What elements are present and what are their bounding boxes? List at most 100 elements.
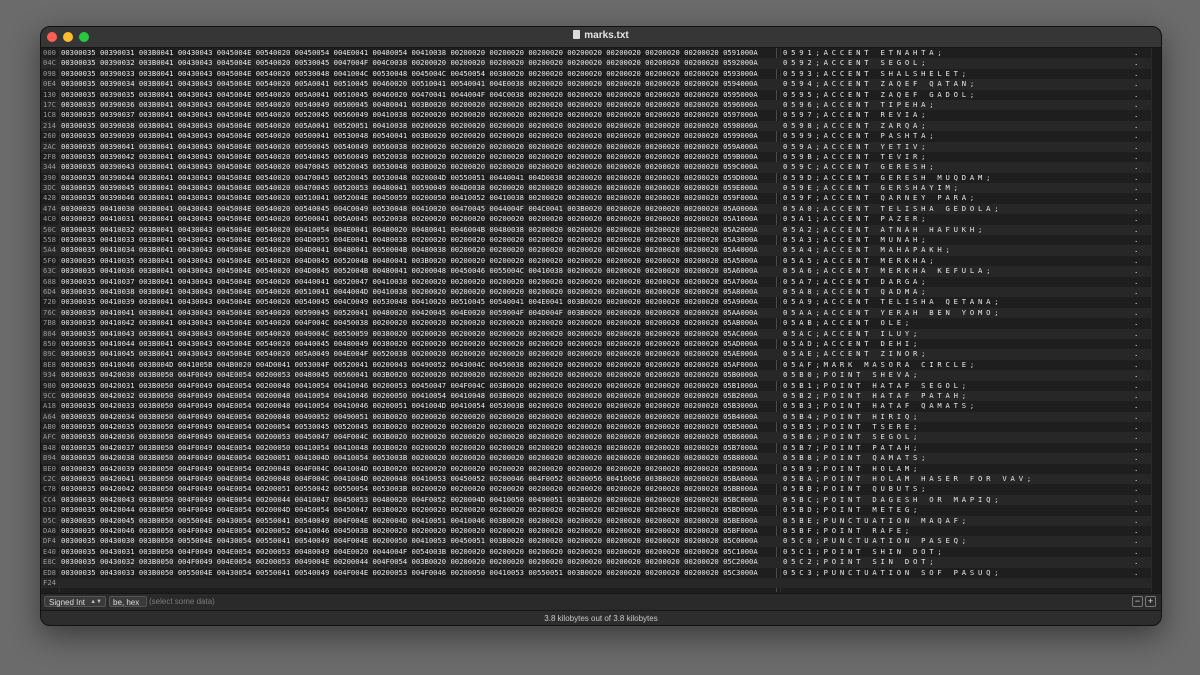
hex-row[interactable]: 804 00300035 00410043 003B0041 00430043 0… [41,328,1161,339]
row-address: 8E8 [43,359,56,369]
data-type-value: Signed Int [49,598,86,607]
row-address: 2AC [43,141,56,151]
hex-row[interactable]: B48 00300035 00420037 003B0050 004F0049 0… [41,443,1161,453]
hex-row[interactable]: E8C 00300035 00430032 003B0050 004F0049 0… [41,557,1161,568]
hex-row[interactable]: 5A4 00300035 00410034 003B0041 00430043 0… [41,245,1161,256]
row-hex-bytes: 00300035 00410039 003B0041 00430043 0045… [61,297,758,307]
hex-row[interactable]: F24 [41,577,1161,589]
hex-row[interactable]: 214 00300035 00390038 003B0041 00430043 0… [41,120,1161,132]
hex-row[interactable]: BE0 00300035 00420039 003B0050 004F0049 0… [41,464,1161,474]
title-bar: marks.txt [41,27,1161,48]
row-address: 1C8 [43,110,56,120]
row-hex-bytes: 00300035 00430031 003B0050 004F0049 004E… [61,546,758,556]
hex-row[interactable]: 04C 00300035 00390032 003B0041 00430043 0… [41,58,1161,69]
row-hex-bytes: 00300035 00420036 003B0050 004F0049 004E… [61,432,758,442]
row-hex-bytes: 00300035 00420033 003B0050 004F0049 004E… [61,401,758,411]
hex-row[interactable]: B94 00300035 00420038 003B0050 004F0049 0… [41,453,1161,464]
hex-row[interactable]: 63C 00300035 00410036 003B0041 00430043 0… [41,266,1161,277]
endian-select[interactable]: be, hex [109,596,147,607]
row-address: C78 [43,484,56,494]
hex-row[interactable]: 260 00300035 00390039 003B0041 00430043 0… [41,131,1161,141]
hex-row[interactable]: 558 00300035 00410033 003B0041 00430043 0… [41,235,1161,245]
hex-row[interactable]: 1C8 00300035 00390037 003B0041 00430043 0… [41,110,1161,120]
hex-row[interactable]: 098 00300035 00390033 003B0041 00430043 0… [41,69,1161,79]
row-text: 05AD;ACCENT DEHI; [783,338,922,348]
hex-row[interactable]: 9CC 00300035 00420032 003B0050 004F0049 0… [41,390,1161,402]
data-type-select[interactable]: Signed Int ▲▼ [44,596,106,607]
hex-row[interactable]: DF4 00300035 00430030 003B0050 0055004E 0… [41,536,1161,547]
hex-row[interactable]: 5F0 00300035 00410035 003B0041 00430043 0… [41,256,1161,266]
row-dot: . [1134,318,1139,328]
hex-row[interactable]: 720 00300035 00410039 003B0041 00430043 0… [41,297,1161,307]
hex-row[interactable]: D5C 00300035 00420045 003B0050 0055004E 0… [41,515,1161,526]
remove-inspector-button[interactable]: − [1132,596,1143,607]
hex-row[interactable]: D10 00300035 00420044 003B0050 004F0049 0… [41,505,1161,515]
hex-row[interactable]: 474 00300035 00410030 003B0041 00430043 0… [41,203,1161,215]
row-address: 688 [43,276,56,286]
hex-row[interactable]: 17C 00300035 00390036 003B0041 00430043 0… [41,99,1161,111]
add-inspector-button[interactable]: + [1145,596,1156,607]
hex-row[interactable]: 000 00300035 00390031 003B0041 00430043 0… [41,48,1161,58]
row-text: 05A0;ACCENT TELISHA GEDOLA; [783,203,1003,213]
row-text: 05B6;POINT SEGOL; [783,432,922,442]
vertical-scrollbar[interactable] [1151,48,1161,592]
row-hex-bytes: 00300035 00420041 003B0050 004F0049 004E… [61,474,758,484]
hex-row[interactable]: 2F8 00300035 00390042 003B0041 00430043 0… [41,152,1161,162]
hex-row[interactable]: AB0 00300035 00420035 003B0050 004F0049 0… [41,422,1161,432]
hex-row[interactable]: 50C 00300035 00410032 003B0041 00430043 0… [41,224,1161,236]
row-text: 0596;ACCENT TIPEHA; [783,99,938,109]
hex-row[interactable]: 2AC 00300035 00390041 003B0041 00430043 0… [41,141,1161,152]
hex-row[interactable]: 3DC 00300035 00390045 003B0041 00430043 0… [41,183,1161,194]
row-address: E40 [43,546,56,556]
row-address: 04C [43,58,56,68]
hex-view[interactable]: 000 00300035 00390031 003B0041 00430043 0… [41,48,1161,592]
hex-row[interactable]: C78 00300035 00420042 003B0050 004F0049 0… [41,484,1161,494]
row-hex-bytes: 00300035 00390046 003B0041 00430043 0045… [61,193,758,203]
row-address: 76C [43,307,56,317]
row-hex-bytes: 00300035 00410043 003B0041 00430043 0045… [61,328,758,338]
hex-row[interactable]: 7B8 00300035 00410042 003B0041 00430043 0… [41,318,1161,328]
row-hex-bytes: 00300035 00390033 003B0041 00430043 0045… [61,68,758,78]
hex-row[interactable]: 6D4 00300035 00410038 003B0041 00430043 0… [41,286,1161,298]
hex-row[interactable]: E40 00300035 00430031 003B0050 004F0049 0… [41,547,1161,557]
hex-row[interactable]: 850 00300035 00410044 003B0041 00430043 0… [41,339,1161,349]
hex-row[interactable]: 688 00300035 00410037 003B0041 00430043 0… [41,277,1161,287]
hex-row[interactable]: DA8 00300035 00420046 003B0050 004F0049 0… [41,526,1161,536]
hex-row[interactable]: 428 00300035 00390046 003B0041 00430043 0… [41,193,1161,203]
row-text: 0591;ACCENT ETNAHTA; [783,48,946,57]
hex-row[interactable]: 4C0 00300035 00410031 003B0041 00430043 0… [41,214,1161,224]
hex-row[interactable]: CC4 00300035 00420043 003B0050 004F0049 0… [41,494,1161,506]
editor-window: marks.txt 000 00300035 00390031 003B0041 … [40,26,1162,626]
row-dot: . [1134,214,1139,224]
row-address: 260 [43,131,56,141]
hex-row[interactable]: 980 00300035 00420031 003B0050 004F0049 0… [41,381,1161,391]
row-dot: . [1134,307,1139,317]
row-dot: . [1134,359,1139,369]
hex-row[interactable]: A64 00300035 00420034 003B0050 004F0049 0… [41,411,1161,423]
hex-row[interactable]: 89C 00300035 00410045 003B0041 00430043 0… [41,349,1161,360]
row-address: BE0 [43,463,56,473]
window-title-container: marks.txt [41,30,1161,41]
row-text: 05AF;MARK MASORA CIRCLE; [783,359,979,369]
row-text: 05A2;ACCENT ATNAH HAFUKH; [783,224,987,234]
hex-row[interactable]: 0E4 00300035 00390034 003B0041 00430043 0… [41,79,1161,90]
row-hex-bytes: 00300035 00410030 003B0041 00430043 0045… [61,203,758,213]
hex-row[interactable]: 130 00300035 00390035 003B0041 00430043 0… [41,90,1161,100]
hex-row[interactable]: C2C 00300035 00420041 003B0050 004F0049 0… [41,474,1161,485]
hex-row[interactable]: 390 00300035 00390044 003B0041 00430043 0… [41,173,1161,183]
hex-row[interactable]: A18 00300035 00420033 003B0050 004F0049 0… [41,401,1161,411]
hex-row[interactable]: 934 00300035 00420030 003B0050 004F0049 0… [41,370,1161,381]
row-dot: . [1134,110,1139,120]
hex-row[interactable]: 8E8 00300035 00410046 003B004D 0041005B 0… [41,360,1161,370]
hex-row[interactable]: 344 00300035 00390043 003B0041 00430043 0… [41,162,1161,173]
row-hex-bytes: 00300035 00410036 003B0041 00430043 0045… [61,266,758,276]
hex-row[interactable]: 76C 00300035 00410041 003B0041 00430043 0… [41,307,1161,319]
hex-row[interactable]: AFC 00300035 00420036 003B0050 004F0049 0… [41,432,1161,443]
row-hex-bytes: 00300035 00390034 003B0041 00430043 0045… [61,79,758,89]
row-hex-bytes: 00300035 00390036 003B0041 00430043 0045… [61,99,758,109]
row-dot: . [1134,172,1139,182]
row-hex-bytes: 00300035 00430033 003B0050 0055004E 0043… [61,567,758,577]
row-hex-bytes: 00300035 00420037 003B0050 004F0049 004E… [61,442,758,452]
hex-row[interactable]: ED8 00300035 00430033 003B0050 0055004E 0… [41,568,1161,578]
row-address: 89C [43,349,56,359]
